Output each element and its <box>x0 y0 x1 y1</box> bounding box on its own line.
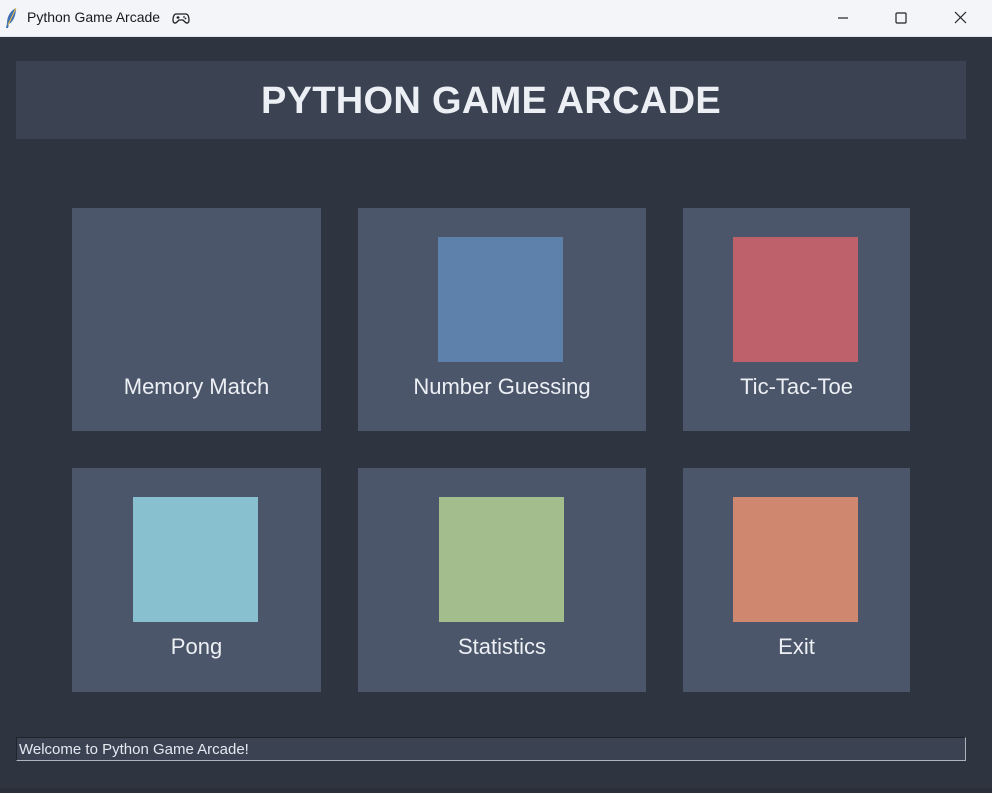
tic-tac-toe-icon <box>733 237 858 362</box>
feather-icon <box>6 7 17 28</box>
pong-icon <box>133 497 258 622</box>
number-guessing-icon <box>438 237 563 362</box>
game-label: Memory Match <box>123 374 270 399</box>
game-tile-memory-match[interactable]: Memory Match <box>72 208 321 431</box>
game-tile-number-guessing[interactable]: Number Guessing <box>358 208 646 431</box>
maximize-button[interactable] <box>872 0 930 35</box>
minimize-button[interactable] <box>814 0 872 35</box>
status-bar: Welcome to Python Game Arcade! <box>16 737 966 761</box>
header-banner: PYTHON GAME ARCADE <box>16 61 966 139</box>
game-label: Number Guessing <box>413 374 591 399</box>
exit-tile[interactable]: Exit <box>683 468 910 692</box>
memory-match-icon <box>72 208 197 333</box>
title-bar: Python Game Arcade <box>0 0 992 37</box>
window-bottom-edge <box>0 788 992 793</box>
statistics-icon <box>439 497 564 622</box>
exit-icon <box>733 497 858 622</box>
exit-label: Exit <box>778 634 815 659</box>
game-tile-pong[interactable]: Pong <box>72 468 321 692</box>
statistics-label: Statistics <box>457 634 547 659</box>
maximize-icon <box>895 11 907 24</box>
game-label: Tic-Tac-Toe <box>740 374 853 399</box>
close-button[interactable] <box>931 0 989 35</box>
status-text: Welcome to Python Game Arcade! <box>19 741 249 758</box>
window-title: Python Game Arcade <box>27 9 161 25</box>
minimize-icon <box>838 16 848 19</box>
game-label: Pong <box>170 634 223 659</box>
close-icon <box>954 11 966 24</box>
page-title: PYTHON GAME ARCADE <box>260 80 721 122</box>
game-tile-tic-tac-toe[interactable]: Tic-Tac-Toe <box>683 208 910 431</box>
gamepad-icon <box>172 13 190 24</box>
statistics-tile[interactable]: Statistics <box>358 468 646 692</box>
